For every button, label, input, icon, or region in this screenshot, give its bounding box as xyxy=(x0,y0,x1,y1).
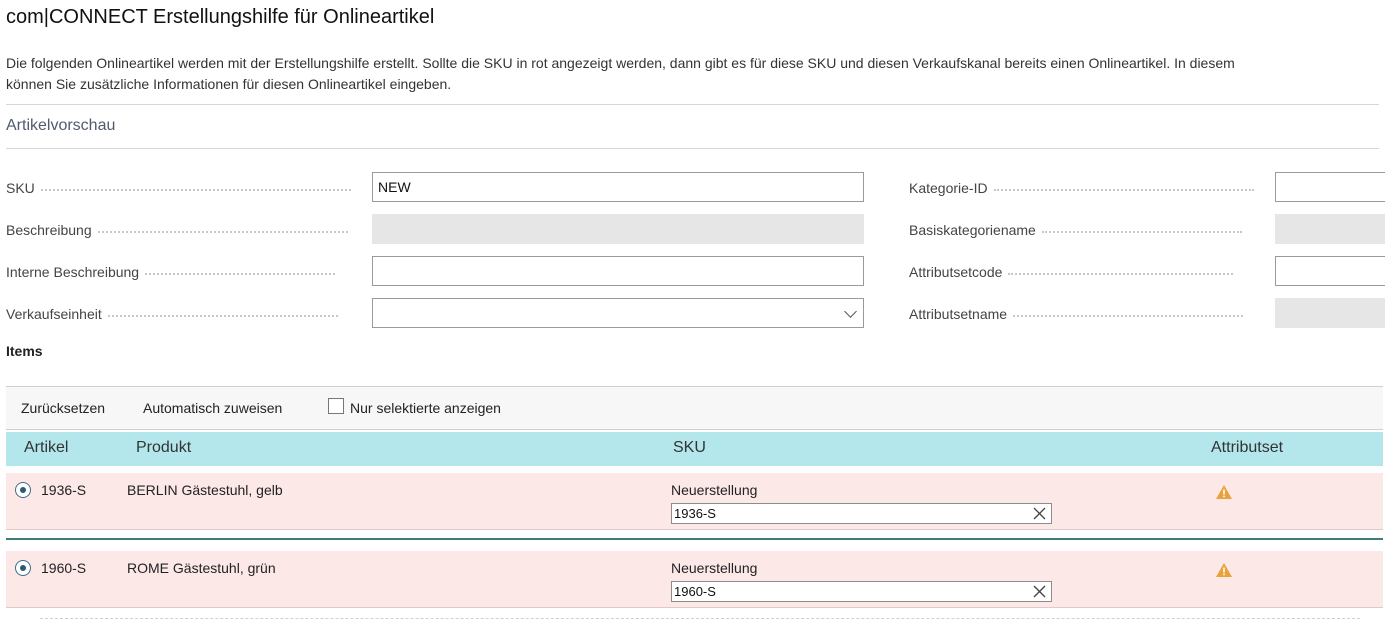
column-header-produkt[interactable]: Produkt xyxy=(136,439,191,457)
cell-produkt: BERLIN Gästestuhl, gelb xyxy=(127,482,283,498)
intro-text: Die folgenden Onlineartikel werden mit d… xyxy=(6,53,1378,95)
row-select-radio[interactable] xyxy=(15,482,31,498)
table-row[interactable]: 1960-S ROME Gästestuhl, grün Neuerstellu… xyxy=(6,551,1383,608)
attributsetname-field xyxy=(1275,298,1385,328)
items-toolbar: Zurücksetzen Automatisch zuweisen Nur se… xyxy=(6,386,1383,430)
beschreibung-field xyxy=(372,214,864,244)
column-header-attributset[interactable]: Attributset xyxy=(1211,439,1283,457)
label-basiskategoriename: Basiskategoriename xyxy=(909,220,1265,240)
clear-icon[interactable] xyxy=(1032,584,1047,599)
label-kategorie-id: Kategorie-ID xyxy=(909,178,1265,198)
divider xyxy=(6,148,1379,149)
table-header: Artikel Produkt SKU Attributset xyxy=(6,432,1383,466)
cell-sku-status: Neuerstellung xyxy=(671,482,758,498)
basiskategoriename-field xyxy=(1275,214,1385,244)
sku-input-value: 1960-S xyxy=(674,584,716,599)
warning-icon xyxy=(1216,485,1232,499)
sku-field[interactable]: NEW xyxy=(372,172,864,202)
sku-input-value: 1936-S xyxy=(674,506,716,521)
warning-icon xyxy=(1216,563,1232,577)
only-selected-checkbox[interactable] xyxy=(328,398,344,414)
sku-input[interactable]: 1936-S xyxy=(671,503,1052,524)
kategorie-id-field[interactable] xyxy=(1275,172,1385,202)
intro-line-1: Die folgenden Onlineartikel werden mit d… xyxy=(6,55,1235,71)
items-label: Items xyxy=(6,343,43,359)
column-header-artikel[interactable]: Artikel xyxy=(24,439,68,457)
table-row[interactable]: 1936-S BERLIN Gästestuhl, gelb Neuerstel… xyxy=(6,473,1383,530)
section-title-artikelvorschau: Artikelvorschau xyxy=(6,117,116,134)
cell-sku-status: Neuerstellung xyxy=(671,560,758,576)
label-attributsetname: Attributsetname xyxy=(909,304,1265,324)
cell-artikel: 1960-S xyxy=(41,560,87,576)
page-title: com|CONNECT Erstellungshilfe für Onlinea… xyxy=(6,6,435,28)
label-interne-beschreibung: Interne Beschreibung xyxy=(6,262,362,282)
divider xyxy=(6,104,1379,105)
label-verkaufseinheit: Verkaufseinheit xyxy=(6,304,362,324)
row-separator xyxy=(6,538,1383,540)
sku-input[interactable]: 1960-S xyxy=(671,581,1052,602)
intro-line-2: können Sie zusätzliche Informationen für… xyxy=(6,76,452,92)
cell-artikel: 1936-S xyxy=(41,482,87,498)
column-header-sku[interactable]: SKU xyxy=(673,439,706,457)
row-select-radio[interactable] xyxy=(15,560,31,576)
label-beschreibung: Beschreibung xyxy=(6,220,362,240)
interne-beschreibung-field[interactable] xyxy=(372,256,864,286)
label-sku: SKU xyxy=(6,178,362,198)
auto-assign-button[interactable]: Automatisch zuweisen xyxy=(143,400,282,416)
chevron-down-icon xyxy=(844,305,857,318)
cell-produkt: ROME Gästestuhl, grün xyxy=(127,560,276,576)
label-attributsetcode: Attributsetcode xyxy=(909,262,1265,282)
clear-icon[interactable] xyxy=(1032,506,1047,521)
reset-button[interactable]: Zurücksetzen xyxy=(21,400,105,416)
verkaufseinheit-dropdown[interactable] xyxy=(372,298,864,328)
attributsetcode-field[interactable] xyxy=(1275,256,1385,286)
only-selected-label[interactable]: Nur selektierte anzeigen xyxy=(350,400,501,416)
